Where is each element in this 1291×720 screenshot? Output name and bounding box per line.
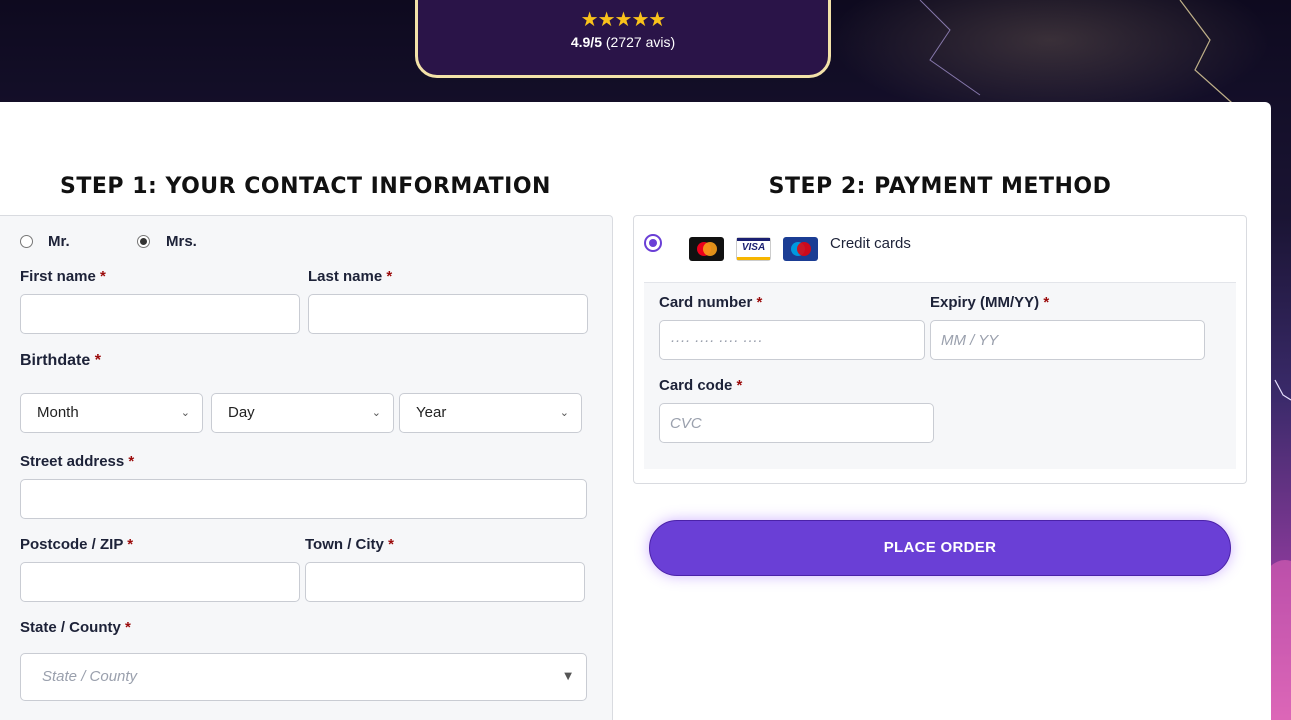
birth-day-value: Day	[228, 404, 255, 421]
rating-stars-icon: ★★★★★	[580, 7, 667, 31]
expiry-label: Expiry (MM/YY) *	[930, 294, 1050, 311]
rating-count: (2727 avis)	[605, 34, 676, 50]
last-name-label: Last name *	[308, 268, 393, 285]
card-code-label: Card code *	[659, 377, 743, 394]
birth-year-select[interactable]: Year ⌄	[399, 393, 582, 433]
rating-box: ★★★★★ 4.9/5 (2727 avis)	[415, 0, 831, 78]
state-placeholder: State / County	[42, 668, 138, 685]
salutation-mrs-label: Mrs.	[166, 233, 197, 250]
birth-month-select[interactable]: Month ⌄	[20, 393, 203, 433]
card-code-input[interactable]	[659, 403, 934, 443]
salutation-mr-radio[interactable]	[20, 235, 33, 248]
card-number-label: Card number *	[659, 294, 763, 311]
postcode-input[interactable]	[20, 562, 300, 602]
birthdate-label: Birthdate *	[20, 352, 101, 369]
visa-icon: VISA	[736, 237, 771, 261]
birth-day-select[interactable]: Day ⌄	[211, 393, 394, 433]
maestro-icon	[783, 237, 818, 261]
step2-title: STEP 2: PAYMENT METHOD	[768, 174, 1112, 199]
town-label: Town / City *	[305, 536, 394, 553]
birth-year-value: Year	[416, 404, 447, 421]
place-order-button[interactable]: PLACE ORDER	[649, 520, 1231, 576]
salutation-mrs-radio[interactable]	[137, 235, 150, 248]
birth-month-value: Month	[37, 404, 79, 421]
caret-down-icon: ▼	[564, 671, 572, 682]
state-label: State / County *	[20, 619, 131, 636]
credit-card-radio[interactable]	[644, 234, 662, 252]
state-select[interactable]: State / County ▼	[20, 653, 587, 701]
postcode-label: Postcode / ZIP *	[20, 536, 134, 553]
chevron-down-icon: ⌄	[559, 406, 569, 419]
first-name-input[interactable]	[20, 294, 300, 334]
first-name-label: First name *	[20, 268, 106, 285]
rating-text: 4.9/5 (2727 avis)	[418, 34, 828, 50]
mastercard-icon	[689, 237, 724, 261]
salutation-mr-label: Mr.	[48, 233, 70, 250]
card-number-input[interactable]	[659, 320, 925, 360]
step1-title: STEP 1: YOUR CONTACT INFORMATION	[60, 174, 551, 199]
street-address-input[interactable]	[20, 479, 587, 519]
chevron-down-icon: ⌄	[371, 406, 381, 419]
chevron-down-icon: ⌄	[180, 406, 190, 419]
credit-cards-label: Credit cards	[830, 235, 911, 252]
expiry-input[interactable]	[930, 320, 1205, 360]
town-input[interactable]	[305, 562, 585, 602]
last-name-input[interactable]	[308, 294, 588, 334]
rating-score: 4.9/5	[570, 34, 602, 50]
street-address-label: Street address *	[20, 453, 135, 470]
